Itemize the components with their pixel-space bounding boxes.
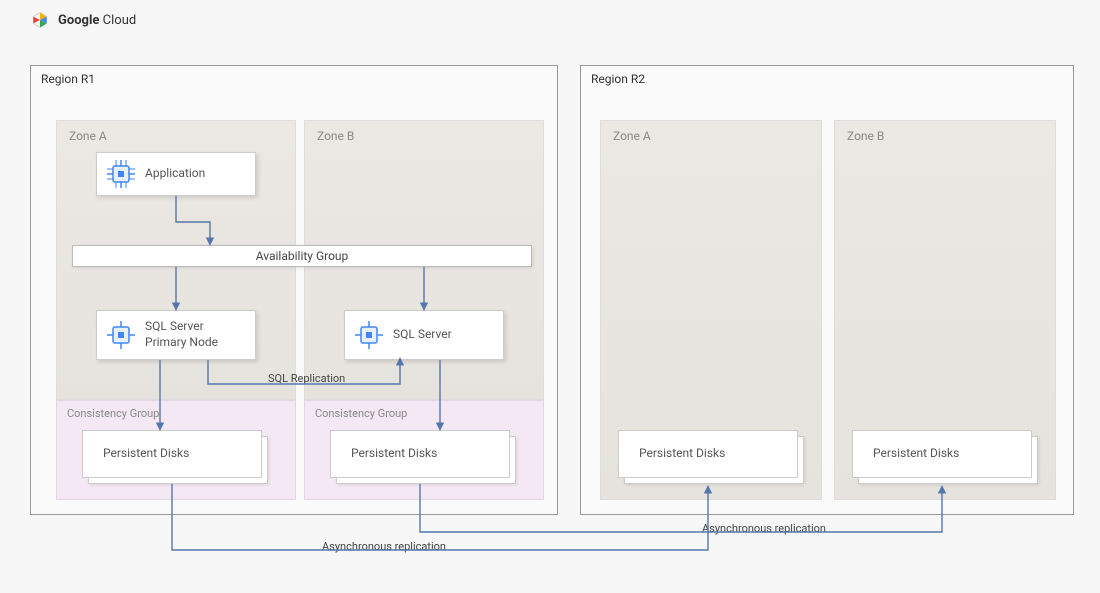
pd-r2b-label: Persistent Disks (873, 446, 959, 462)
zone-r2b-label: Zone B (847, 129, 884, 143)
consistency-group-a-label: Consistency Group (67, 407, 159, 420)
google-cloud-logo-icon (30, 10, 50, 30)
persistent-disks-r2a: Persistent Disks (618, 430, 798, 478)
application-label: Application (145, 166, 205, 182)
compute-icon (107, 321, 135, 349)
persistent-disks-r2b: Persistent Disks (852, 430, 1032, 478)
sql-server-secondary: SQL Server (344, 310, 504, 360)
compute-icon (355, 321, 383, 349)
brand-text: Google Cloud (58, 13, 136, 28)
async-replication-label-1: Asynchronous replication (320, 540, 448, 553)
sql-replication-label: SQL Replication (266, 372, 347, 385)
zone-r1a-label: Zone A (69, 129, 107, 143)
zone-r2a-label: Zone A (613, 129, 651, 143)
pd-r1b-label: Persistent Disks (351, 446, 437, 462)
sql-server-primary: SQL ServerPrimary Node (96, 310, 256, 360)
zone-r1b-label: Zone B (317, 129, 354, 143)
persistent-disks-r1b: Persistent Disks (330, 430, 510, 478)
region-r2-label: Region R2 (591, 72, 645, 86)
consistency-group-b-label: Consistency Group (315, 407, 407, 420)
availability-group: Availability Group (72, 245, 532, 267)
persistent-disks-r1a: Persistent Disks (82, 430, 262, 478)
application-node: Application (96, 152, 256, 196)
sql-primary-label: SQL ServerPrimary Node (145, 319, 218, 350)
availability-group-label: Availability Group (256, 249, 349, 263)
page-header: Google Cloud (30, 10, 136, 30)
pd-r2a-label: Persistent Disks (639, 446, 725, 462)
pd-r1a-label: Persistent Disks (103, 446, 189, 462)
sql-secondary-label: SQL Server (393, 327, 452, 343)
async-replication-label-2: Asynchronous replication (700, 522, 828, 535)
compute-icon (107, 160, 135, 188)
region-r1-label: Region R1 (41, 72, 95, 86)
